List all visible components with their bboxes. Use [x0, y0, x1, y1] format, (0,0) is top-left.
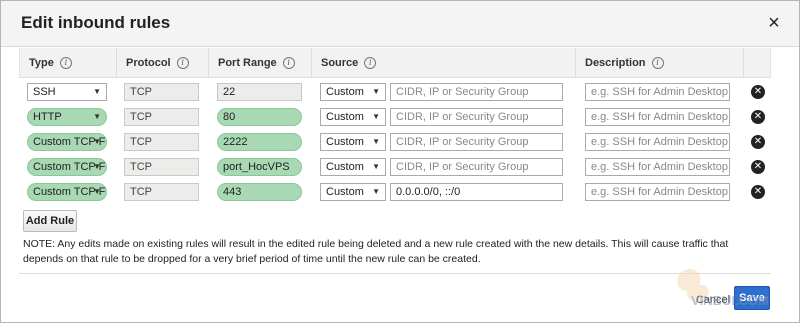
info-icon[interactable]: i — [651, 57, 664, 70]
description-input[interactable]: e.g. SSH for Admin Desktop — [585, 83, 730, 101]
add-rule-button[interactable]: Add Rule — [23, 210, 77, 232]
port-range-input[interactable]: port_HocVPS — [217, 158, 302, 176]
header-type: Type i — [20, 48, 117, 78]
table-row: Custom TCP F ▼ TCP 2222 Custom ▼ CIDR, IP or S… — [19, 131, 771, 156]
info-icon[interactable]: i — [59, 57, 72, 70]
source-select[interactable]: Custom ▼ — [320, 108, 386, 126]
protocol-field: TCP — [124, 158, 199, 176]
protocol-field: TCP — [124, 108, 199, 126]
protocol-field: TCP — [124, 183, 199, 201]
dialog-title: Edit inbound rules — [21, 13, 171, 32]
description-input[interactable]: e.g. SSH for Admin Desktop — [585, 158, 730, 176]
description-input[interactable]: e.g. SSH for Admin Desktop — [585, 133, 730, 151]
chevron-down-icon: ▼ — [372, 137, 380, 146]
chevron-down-icon: ▼ — [93, 162, 101, 171]
save-button[interactable]: Save — [734, 286, 770, 310]
protocol-field: TCP — [124, 83, 199, 101]
chevron-down-icon: ▼ — [93, 187, 101, 196]
note-text: NOTE: Any edits made on existing rules w… — [23, 238, 729, 265]
chevron-down-icon: ▼ — [93, 87, 101, 96]
source-select[interactable]: Custom ▼ — [320, 158, 386, 176]
port-range-input[interactable]: 443 — [217, 183, 302, 201]
header-source: Source i — [312, 48, 576, 78]
protocol-field: TCP — [124, 133, 199, 151]
info-icon[interactable]: i — [364, 57, 377, 70]
delete-circle-icon[interactable]: ✕ — [751, 110, 765, 124]
chevron-down-icon: ▼ — [372, 112, 380, 121]
cidr-input[interactable]: CIDR, IP or Security Group — [390, 108, 563, 126]
info-icon[interactable]: i — [282, 57, 295, 70]
type-select[interactable]: Custom TCP F ▼ — [27, 133, 107, 151]
description-input[interactable]: e.g. SSH for Admin Desktop — [585, 183, 730, 201]
chevron-down-icon: ▼ — [93, 112, 101, 121]
table-row: Custom TCP F ▼ TCP port_HocVPS Custom ▼ CIDR, … — [19, 156, 771, 181]
header-description: Description i — [576, 48, 744, 78]
header-protocol: Protocol i — [117, 48, 209, 78]
cidr-input[interactable]: CIDR, IP or Security Group — [390, 158, 563, 176]
source-select[interactable]: Custom ▼ — [320, 183, 386, 201]
cidr-input[interactable]: 0.0.0.0/0, ::/0 — [390, 183, 563, 201]
source-select[interactable]: Custom ▼ — [320, 133, 386, 151]
type-select[interactable]: Custom TCP F ▼ — [27, 158, 107, 176]
port-range-input[interactable]: 80 — [217, 108, 302, 126]
header-source-label: Source — [321, 57, 359, 69]
type-select-value: HTTP — [33, 111, 62, 123]
header-port-range-label: Port Range — [218, 57, 277, 69]
delete-circle-icon[interactable]: ✕ — [751, 85, 765, 99]
chevron-down-icon: ▼ — [93, 137, 101, 146]
close-icon[interactable]: × — [765, 12, 783, 34]
type-select[interactable]: Custom TCP F ▼ — [27, 183, 107, 201]
chevron-down-icon: ▼ — [372, 162, 380, 171]
source-select-value: Custom — [326, 186, 364, 198]
port-range-input[interactable]: 2222 — [217, 133, 302, 151]
chevron-down-icon: ▼ — [372, 187, 380, 196]
type-select[interactable]: HTTP ▼ — [27, 108, 107, 126]
table-row: Custom TCP F ▼ TCP 443 Custom ▼ 0.0.0.0/0, ::/… — [19, 181, 771, 206]
table-row: HTTP ▼ TCP 80 Custom ▼ CIDR, IP or Security Gr… — [19, 106, 771, 131]
header-port-range: Port Range i — [209, 48, 312, 78]
dialog-header: Edit inbound rules × — [1, 1, 799, 47]
table-row: SSH ▼ TCP 22 Custom ▼ CIDR, IP or Security Gro… — [19, 81, 771, 106]
header-type-label: Type — [29, 57, 54, 69]
source-select[interactable]: Custom ▼ — [320, 83, 386, 101]
header-description-label: Description — [585, 57, 646, 69]
type-select-value: SSH — [33, 86, 56, 98]
info-icon[interactable]: i — [176, 57, 189, 70]
delete-circle-icon[interactable]: ✕ — [751, 160, 765, 174]
source-select-value: Custom — [326, 136, 364, 148]
cancel-button[interactable]: Cancel — [695, 290, 731, 310]
edit-inbound-rules-dialog: Edit inbound rules × Type i Protocol i Por… — [0, 0, 800, 323]
type-select[interactable]: SSH ▼ — [27, 83, 107, 101]
port-range-input[interactable]: 22 — [217, 83, 302, 101]
source-select-value: Custom — [326, 161, 364, 173]
cidr-input[interactable]: CIDR, IP or Security Group — [390, 133, 563, 151]
source-select-value: Custom — [326, 86, 364, 98]
header-protocol-label: Protocol — [126, 57, 171, 69]
cidr-input[interactable]: CIDR, IP or Security Group — [390, 83, 563, 101]
footer-divider — [19, 273, 771, 274]
description-input[interactable]: e.g. SSH for Admin Desktop — [585, 108, 730, 126]
table-header: Type i Protocol i Port Range i Source i Desc… — [19, 48, 771, 78]
chevron-down-icon: ▼ — [372, 87, 380, 96]
delete-circle-icon[interactable]: ✕ — [751, 135, 765, 149]
delete-circle-icon[interactable]: ✕ — [751, 185, 765, 199]
source-select-value: Custom — [326, 111, 364, 123]
